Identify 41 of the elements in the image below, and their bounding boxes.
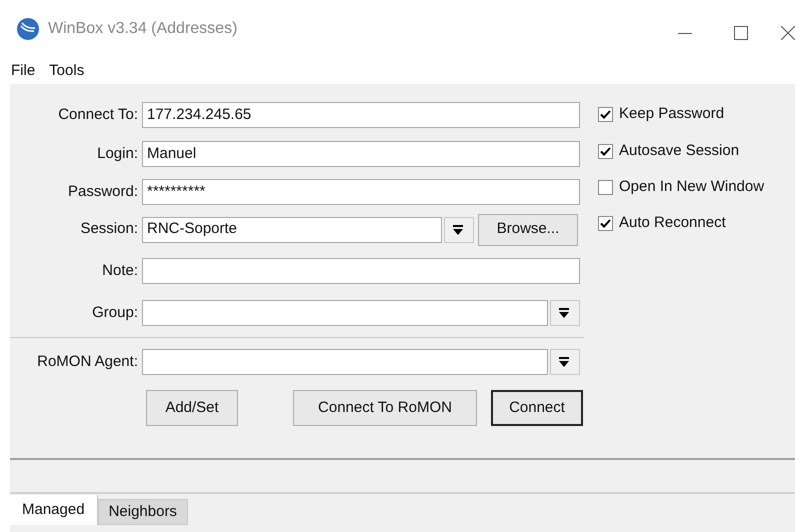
field-label: Login: — [96, 144, 139, 164]
input-field[interactable]: Manuel — [142, 141, 580, 168]
input-field[interactable]: 177.234.245.65 — [142, 102, 580, 128]
field-label: Session: — [79, 219, 139, 240]
input-field[interactable] — [142, 258, 580, 284]
close-icon[interactable] — [781, 26, 795, 40]
checkbox[interactable] — [598, 180, 613, 194]
dropdown-icon[interactable] — [550, 349, 580, 376]
checkbox[interactable] — [598, 144, 613, 158]
field-label: Group: — [91, 302, 139, 322]
tab[interactable]: Neighbors — [98, 499, 188, 525]
action-button[interactable]: Add/Set — [146, 390, 238, 426]
checkbox[interactable] — [598, 216, 613, 230]
field-label: Password: — [66, 182, 139, 202]
app-logo-icon — [16, 17, 40, 41]
dropdown-icon[interactable] — [550, 300, 580, 326]
maximize-icon[interactable] — [734, 26, 748, 40]
input-field[interactable]: ********** — [142, 178, 580, 205]
checkmark-icon — [600, 218, 611, 228]
combo-field[interactable] — [142, 300, 548, 326]
tab[interactable]: Managed — [10, 495, 98, 525]
field-label: RoMON Agent: — [36, 352, 139, 372]
checkbox-label: Open In New Window — [619, 176, 764, 197]
browse-button[interactable]: Browse... — [478, 214, 578, 246]
checkbox-label: Keep Password — [619, 104, 724, 124]
checkmark-icon — [600, 110, 611, 118]
action-button[interactable]: Connect — [491, 390, 583, 426]
combo-field[interactable]: RNC-Soporte — [142, 216, 442, 242]
menu-item[interactable]: File — [11, 60, 36, 82]
checkbox-label: Auto Reconnect — [619, 212, 726, 233]
dropdown-icon[interactable] — [444, 216, 474, 242]
combo-field[interactable] — [142, 349, 548, 376]
checkbox[interactable] — [598, 106, 613, 122]
checkmark-icon — [600, 146, 611, 156]
action-button[interactable]: Connect To RoMON — [293, 390, 477, 426]
window-title: WinBox v3.34 (Addresses) — [48, 19, 238, 39]
field-label: Connect To: — [57, 104, 139, 124]
field-label: Note: — [101, 261, 139, 281]
menu-item[interactable]: Tools — [49, 60, 84, 82]
checkbox-label: Autosave Session — [619, 140, 740, 161]
minimize-icon[interactable] — [678, 33, 692, 35]
